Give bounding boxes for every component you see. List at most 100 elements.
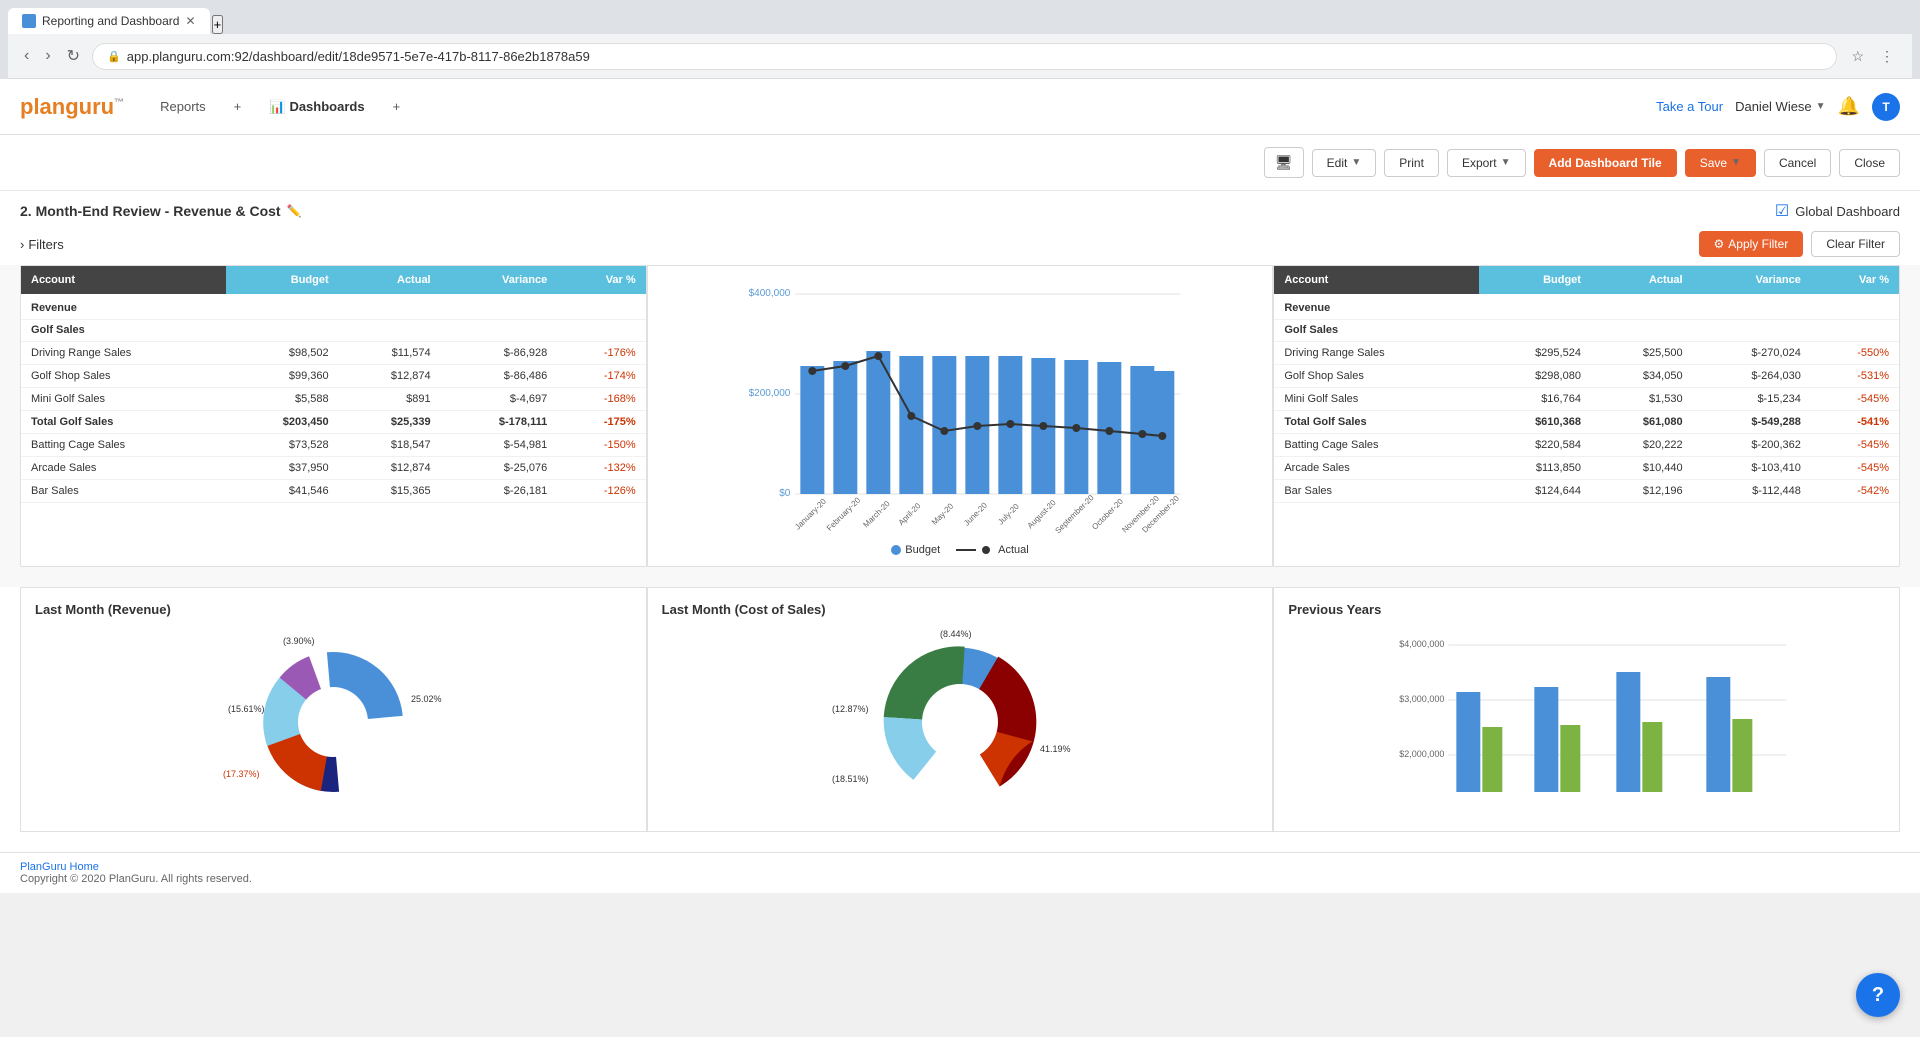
close-tab-btn[interactable]: ✕ xyxy=(185,14,195,28)
right-table-panel: Account Budget Actual Variance Var % Rev… xyxy=(1273,265,1900,567)
right-row-driving-range: Driving Range Sales $295,524 $25,500 $-2… xyxy=(1274,342,1899,365)
left-section-revenue: Revenue xyxy=(21,294,646,320)
left-col-budget: Budget xyxy=(226,266,338,294)
right-bar-budget: $124,644 xyxy=(1479,480,1591,503)
left-row-batting-cage: Batting Cage Sales $73,528 $18,547 $-54,… xyxy=(21,434,646,457)
footer-home-link[interactable]: PlanGuru Home xyxy=(20,861,99,873)
previous-years-panel: Previous Years $4,000,000 $3,000,000 $2,… xyxy=(1273,587,1900,832)
save-btn-label: Save xyxy=(1700,156,1727,170)
bookmark-btn[interactable]: ☆ xyxy=(1845,44,1870,69)
filters-toggle[interactable]: › Filters xyxy=(20,237,64,252)
last-month-revenue-title: Last Month (Revenue) xyxy=(35,602,632,617)
global-dashboard-toggle[interactable]: ☑ Global Dashboard xyxy=(1775,201,1900,221)
prev-bar-2-blue xyxy=(1535,687,1559,792)
actual-dot-sep xyxy=(1072,424,1080,432)
help-button[interactable]: ? xyxy=(1856,973,1900,1017)
right-total-golf-varpct: -541% xyxy=(1811,411,1899,434)
extensions-btn[interactable]: ⋮ xyxy=(1874,44,1900,69)
nav-reports[interactable]: Reports xyxy=(148,93,218,120)
close-btn[interactable]: Close xyxy=(1839,149,1900,177)
nav-add-dashboard[interactable]: + xyxy=(381,93,413,120)
notifications-btn[interactable]: 🔔 xyxy=(1838,96,1860,117)
app-logo[interactable]: planguru™ xyxy=(20,94,124,120)
right-bar-varpct: -542% xyxy=(1811,480,1899,503)
address-bar[interactable]: 🔒 app.planguru.com:92/dashboard/edit/18d… xyxy=(92,43,1837,70)
right-batting-cage-account: Batting Cage Sales xyxy=(1274,434,1479,457)
left-row-driving-range-account: Driving Range Sales xyxy=(21,342,226,365)
app-footer: PlanGuru Home Copyright © 2020 PlanGuru.… xyxy=(0,852,1920,893)
left-row-mini-golf-variance: $-4,697 xyxy=(441,388,558,411)
clear-filter-btn[interactable]: Clear Filter xyxy=(1811,231,1900,257)
revenue-label-17: (17.37%) xyxy=(223,769,260,779)
take-tour-link[interactable]: Take a Tour xyxy=(1656,99,1723,114)
left-row-arcade-account: Arcade Sales xyxy=(21,457,226,480)
legend-budget-dot xyxy=(891,545,901,555)
right-data-table: Account Budget Actual Variance Var % Rev… xyxy=(1274,266,1899,503)
cancel-btn[interactable]: Cancel xyxy=(1764,149,1831,177)
chart-y-label-0: $0 xyxy=(779,488,791,499)
legend-actual-dot xyxy=(982,546,990,554)
left-row-batting-cage-budget: $73,528 xyxy=(226,434,338,457)
right-bar-account: Bar Sales xyxy=(1274,480,1479,503)
left-row-golf-shop-variance: $-86,486 xyxy=(441,365,558,388)
right-golf-shop-varpct: -531% xyxy=(1811,365,1899,388)
nav-add-report[interactable]: + xyxy=(222,93,254,120)
bottom-grid: Last Month (Revenue) xyxy=(0,587,1920,852)
actual-dot-aug xyxy=(1039,422,1047,430)
revenue-donut-hole xyxy=(298,687,368,757)
forward-button[interactable]: › xyxy=(41,43,54,69)
export-chevron-icon: ▼ xyxy=(1501,157,1511,168)
browser-actions: ☆ ⋮ xyxy=(1845,44,1900,69)
nav-dashboards[interactable]: 📊 Dashboards xyxy=(257,93,376,121)
save-btn[interactable]: Save ▼ xyxy=(1685,149,1756,177)
actual-dot-apr xyxy=(907,412,915,420)
right-row-batting-cage: Batting Cage Sales $220,584 $20,222 $-20… xyxy=(1274,434,1899,457)
revenue-label-15: (15.61%) xyxy=(228,704,265,714)
title-edit-icon[interactable]: ✏️ xyxy=(287,204,302,218)
chart-x-may: May-20 xyxy=(930,501,956,527)
left-row-arcade-actual: $12,874 xyxy=(339,457,441,480)
active-tab[interactable]: Reporting and Dashboard ✕ xyxy=(8,8,210,34)
back-button[interactable]: ‹ xyxy=(20,43,33,69)
right-col-var-pct: Var % xyxy=(1811,266,1899,294)
right-row-mini-golf: Mini Golf Sales $16,764 $1,530 $-15,234 … xyxy=(1274,388,1899,411)
right-driving-budget: $295,524 xyxy=(1479,342,1591,365)
right-row-arcade: Arcade Sales $113,850 $10,440 $-103,410 … xyxy=(1274,457,1899,480)
cost-pie-svg: 41.19% (18.51%) (12.87%) (8.44%) xyxy=(830,627,1090,817)
nav-dashboards-label: Dashboards xyxy=(289,99,364,114)
left-row-mini-golf-budget: $5,588 xyxy=(226,388,338,411)
left-row-driving-range-budget: $98,502 xyxy=(226,342,338,365)
left-section-revenue-label: Revenue xyxy=(21,294,646,320)
right-arcade-variance: $-103,410 xyxy=(1693,457,1811,480)
edit-btn[interactable]: Edit ▼ xyxy=(1312,149,1377,177)
left-row-golf-shop-actual: $12,874 xyxy=(339,365,441,388)
actual-dot-jul xyxy=(1006,420,1014,428)
screenshot-btn[interactable]: 🖥 xyxy=(1264,147,1304,178)
left-row-golf-shop-varpct: -174% xyxy=(557,365,645,388)
print-btn[interactable]: Print xyxy=(1384,149,1439,177)
export-btn[interactable]: Export ▼ xyxy=(1447,149,1526,177)
left-row-mini-golf: Mini Golf Sales $5,588 $891 $-4,697 -168… xyxy=(21,388,646,411)
cost-label-18: (18.51%) xyxy=(832,774,869,784)
prev-bar-1-blue xyxy=(1457,692,1481,792)
report-header: 2. Month-End Review - Revenue & Cost ✏️ … xyxy=(0,191,1920,227)
right-total-golf-budget: $610,368 xyxy=(1479,411,1591,434)
logo-text: plan xyxy=(20,94,65,119)
last-month-cost-panel: Last Month (Cost of Sales) xyxy=(647,587,1274,832)
browser-toolbar: ‹ › ↻ 🔒 app.planguru.com:92/dashboard/ed… xyxy=(8,34,1912,79)
previous-years-title: Previous Years xyxy=(1288,602,1885,617)
right-col-account: Account xyxy=(1274,266,1479,294)
apply-filter-btn[interactable]: ⚙ Apply Filter xyxy=(1699,231,1804,257)
add-dashboard-tile-btn[interactable]: Add Dashboard Tile xyxy=(1534,149,1677,177)
new-tab-button[interactable]: + xyxy=(212,15,224,34)
legend-actual: Actual xyxy=(956,544,1029,556)
left-table-panel: Account Budget Actual Variance Var % Rev… xyxy=(20,265,647,567)
left-row-arcade-variance: $-25,076 xyxy=(441,457,558,480)
actual-dot-oct xyxy=(1105,427,1113,435)
reload-button[interactable]: ↻ xyxy=(63,42,84,70)
logo-trademark: ™ xyxy=(114,97,124,108)
right-section-revenue-label: Revenue xyxy=(1274,294,1899,320)
apply-filter-label: Apply Filter xyxy=(1728,237,1788,251)
chart-x-feb: February-20 xyxy=(825,495,863,533)
user-menu[interactable]: Daniel Wiese ▼ xyxy=(1735,99,1826,114)
